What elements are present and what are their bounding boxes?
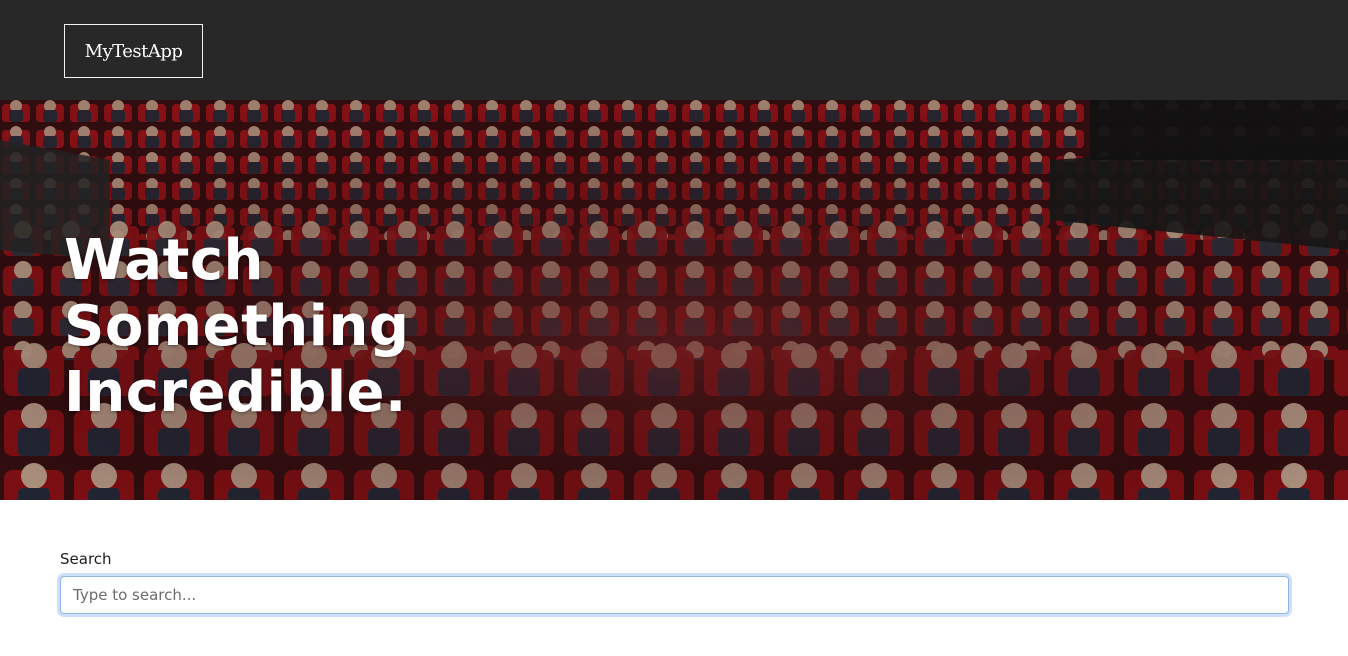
hero-title-line-2: Something — [64, 294, 410, 359]
hero-title: Watch Something Incredible. — [64, 228, 544, 426]
search-label: Search — [60, 550, 112, 568]
search-input[interactable] — [60, 576, 1289, 614]
top-navbar: MyTestApp — [0, 0, 1348, 100]
hero-banner: Watch Something Incredible. — [0, 100, 1348, 500]
app-logo-button[interactable]: MyTestApp — [64, 24, 203, 78]
hero-title-line-1: Watch — [64, 228, 264, 293]
hero-title-line-3: Incredible. — [64, 360, 407, 425]
